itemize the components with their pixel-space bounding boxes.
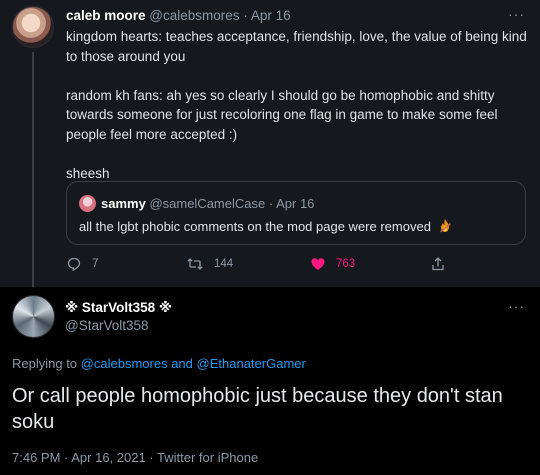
- separator: ·: [268, 196, 274, 211]
- like-count: 763: [336, 258, 356, 270]
- tweet-paragraph: random kh fans: ah yes so clearly I shou…: [66, 87, 498, 142]
- share-button[interactable]: [430, 256, 446, 272]
- avatar[interactable]: [12, 6, 54, 48]
- handle[interactable]: @StarVolt358: [65, 318, 149, 333]
- quote-display-name: sammy: [101, 196, 146, 211]
- quoted-tweet[interactable]: sammy @samelCamelCase · Apr 16 all the l…: [66, 181, 526, 245]
- more-options-icon[interactable]: ···: [508, 6, 525, 22]
- retweeted-tweet-card[interactable]: caleb moore @calebsmores · Apr 16 ··· ki…: [0, 0, 540, 287]
- tweet-text: Or call people homophobic just because t…: [12, 385, 503, 433]
- retweet-count: 144: [214, 258, 234, 270]
- thread-line: [32, 52, 34, 287]
- mention-link[interactable]: @EthanaterGamer: [197, 356, 306, 371]
- display-name[interactable]: ※ StarVolt358 ※: [65, 300, 172, 316]
- tweet-actions: 7 144 763: [66, 256, 486, 276]
- quote-text: all the lgbt phobic comments on the mod …: [79, 218, 453, 234]
- tweet-text: kingdom hearts: teaches acceptance, frie…: [66, 27, 528, 183]
- mention-link[interactable]: @calebsmores: [81, 356, 168, 371]
- quote-header: sammy @samelCamelCase · Apr 16: [101, 196, 314, 211]
- separator: ·: [243, 8, 248, 23]
- tweet-date[interactable]: Apr 16: [251, 8, 291, 23]
- share-icon: [432, 257, 444, 271]
- replying-to: Replying to @calebsmores and @EthanaterG…: [12, 356, 306, 371]
- replying-prefix: Replying to: [12, 356, 78, 371]
- fire-icon: [439, 219, 451, 233]
- avatar[interactable]: [12, 295, 55, 338]
- display-name[interactable]: caleb moore: [66, 8, 146, 23]
- replying-and[interactable]: and: [171, 356, 193, 371]
- handle[interactable]: @calebsmores: [149, 8, 239, 23]
- reply-icon: [67, 257, 81, 272]
- reply-button[interactable]: 7: [66, 256, 98, 272]
- retweet-button[interactable]: 144: [186, 256, 233, 272]
- like-button[interactable]: 763: [310, 256, 355, 272]
- heart-icon: [311, 258, 325, 270]
- tweet-header: caleb moore @calebsmores · Apr 16: [66, 8, 291, 23]
- quote-handle: @samelCamelCase: [149, 196, 266, 211]
- retweet-icon: [187, 258, 203, 270]
- tweet-paragraph: kingdom hearts: teaches acceptance, frie…: [66, 29, 527, 64]
- reply-count: 7: [92, 258, 99, 270]
- tweet-timestamp[interactable]: 7:46 PM · Apr 16, 2021 · Twitter for iPh…: [12, 450, 258, 465]
- more-options-icon[interactable]: ···: [508, 298, 525, 314]
- quote-text-content: all the lgbt phobic comments on the mod …: [79, 219, 431, 234]
- quote-date: Apr 16: [276, 196, 315, 211]
- quote-avatar: [79, 195, 96, 212]
